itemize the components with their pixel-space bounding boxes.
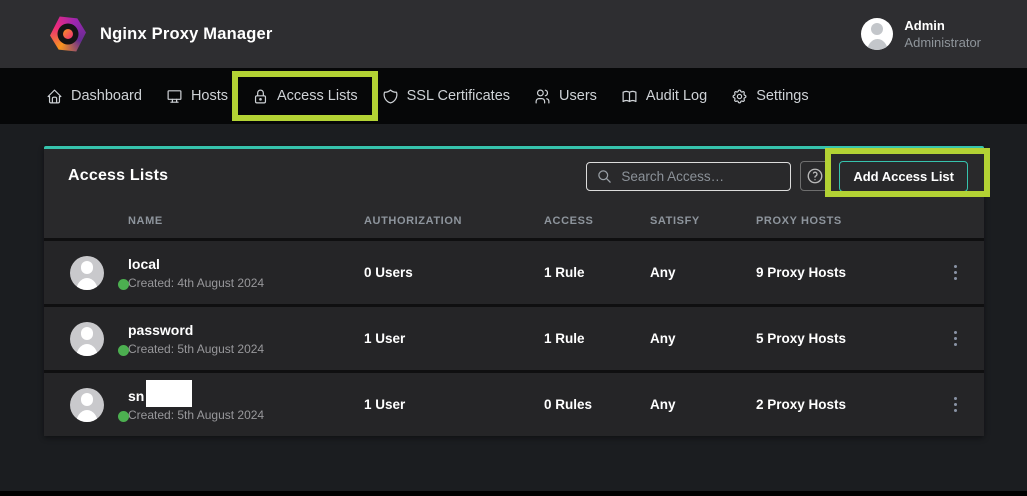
status-dot <box>118 279 129 290</box>
shield-icon <box>382 88 399 105</box>
nav-item-audit-log[interactable]: Audit Log <box>609 68 719 124</box>
app-title: Nginx Proxy Manager <box>100 25 273 44</box>
column-header-authorization: AUTHORIZATION <box>364 215 544 227</box>
column-header-access: ACCESS <box>544 215 650 227</box>
access-list-name: sn <box>128 388 144 404</box>
help-button[interactable] <box>800 161 830 191</box>
status-dot <box>118 345 129 356</box>
created-date: Created: 5th August 2024 <box>128 408 364 422</box>
lock-icon <box>252 88 269 105</box>
nav-label: Audit Log <box>646 88 707 104</box>
book-icon <box>621 88 638 105</box>
proxy-hosts-value: 9 Proxy Hosts <box>756 265 926 280</box>
table-row[interactable]: local Created: 4th August 2024 0 Users 1… <box>44 238 984 304</box>
satisfy-value: Any <box>650 331 756 346</box>
access-value: 1 Rule <box>544 331 650 346</box>
satisfy-value: Any <box>650 265 756 280</box>
nav-label: Access Lists <box>277 88 358 104</box>
gear-icon <box>731 88 748 105</box>
nav-label: Settings <box>756 88 808 104</box>
created-date: Created: 4th August 2024 <box>128 276 364 290</box>
column-header-satisfy: SATISFY <box>650 215 756 227</box>
row-actions-menu-icon[interactable] <box>948 259 963 286</box>
proxy-hosts-value: 2 Proxy Hosts <box>756 397 926 412</box>
search-box <box>586 162 791 191</box>
nav-label: Dashboard <box>71 88 142 104</box>
nav-item-hosts[interactable]: Hosts <box>154 68 240 124</box>
access-list-name: local <box>128 256 160 272</box>
app-header: Nginx Proxy Manager Admin Administrator <box>0 0 1027 68</box>
nav-item-settings[interactable]: Settings <box>719 68 820 124</box>
column-header-name: NAME <box>128 215 364 227</box>
authorization-value: 1 User <box>364 331 544 346</box>
nav-item-access-lists[interactable]: Access Lists <box>240 68 370 124</box>
brand[interactable]: Nginx Proxy Manager <box>50 15 273 53</box>
help-icon <box>806 167 824 185</box>
table-row[interactable]: sn Created: 5th August 2024 1 User 0 Rul… <box>44 370 984 436</box>
created-date: Created: 5th August 2024 <box>128 342 364 356</box>
status-dot <box>118 411 129 422</box>
row-actions-menu-icon[interactable] <box>948 391 963 418</box>
access-lists-table-body: local Created: 4th August 2024 0 Users 1… <box>44 238 984 436</box>
panel-header: Access Lists Add Access List <box>44 149 984 203</box>
nav-item-dashboard[interactable]: Dashboard <box>34 68 154 124</box>
authorization-value: 1 User <box>364 397 544 412</box>
user-avatar <box>861 18 893 50</box>
home-icon <box>46 88 63 105</box>
table-header-row: NAME AUTHORIZATION ACCESS SATISFY PROXY … <box>44 203 984 238</box>
search-input[interactable] <box>621 169 780 184</box>
users-icon <box>534 88 551 105</box>
nav-item-users[interactable]: Users <box>522 68 609 124</box>
access-value: 1 Rule <box>544 265 650 280</box>
bottom-edge-strip <box>0 491 1027 496</box>
nav-label: Hosts <box>191 88 228 104</box>
access-list-name: password <box>128 322 193 338</box>
npm-logo-icon <box>50 15 86 53</box>
main-nav: Dashboard Hosts Access Lists SSL Certifi… <box>0 68 1027 124</box>
row-avatar <box>70 322 104 356</box>
access-value: 0 Rules <box>544 397 650 412</box>
nav-label: SSL Certificates <box>407 88 510 104</box>
satisfy-value: Any <box>650 397 756 412</box>
user-name: Admin <box>904 17 981 34</box>
user-menu[interactable]: Admin Administrator <box>861 17 981 51</box>
row-actions-menu-icon[interactable] <box>948 325 963 352</box>
add-access-list-button[interactable]: Add Access List <box>839 161 968 192</box>
search-icon <box>597 169 612 184</box>
proxy-hosts-value: 5 Proxy Hosts <box>756 331 926 346</box>
panel-title: Access Lists <box>68 167 577 185</box>
user-role: Administrator <box>904 34 981 51</box>
row-avatar <box>70 388 104 422</box>
nav-label: Users <box>559 88 597 104</box>
access-lists-panel: Access Lists Add Access List NAME AUTHOR… <box>44 146 984 436</box>
redaction-box <box>146 380 192 407</box>
monitor-icon <box>166 88 183 105</box>
row-avatar <box>70 256 104 290</box>
authorization-value: 0 Users <box>364 265 544 280</box>
page-body: Access Lists Add Access List NAME AUTHOR… <box>0 124 1027 496</box>
nav-item-ssl-certificates[interactable]: SSL Certificates <box>370 68 522 124</box>
table-row[interactable]: password Created: 5th August 2024 1 User… <box>44 304 984 370</box>
column-header-proxy-hosts: PROXY HOSTS <box>756 215 926 227</box>
